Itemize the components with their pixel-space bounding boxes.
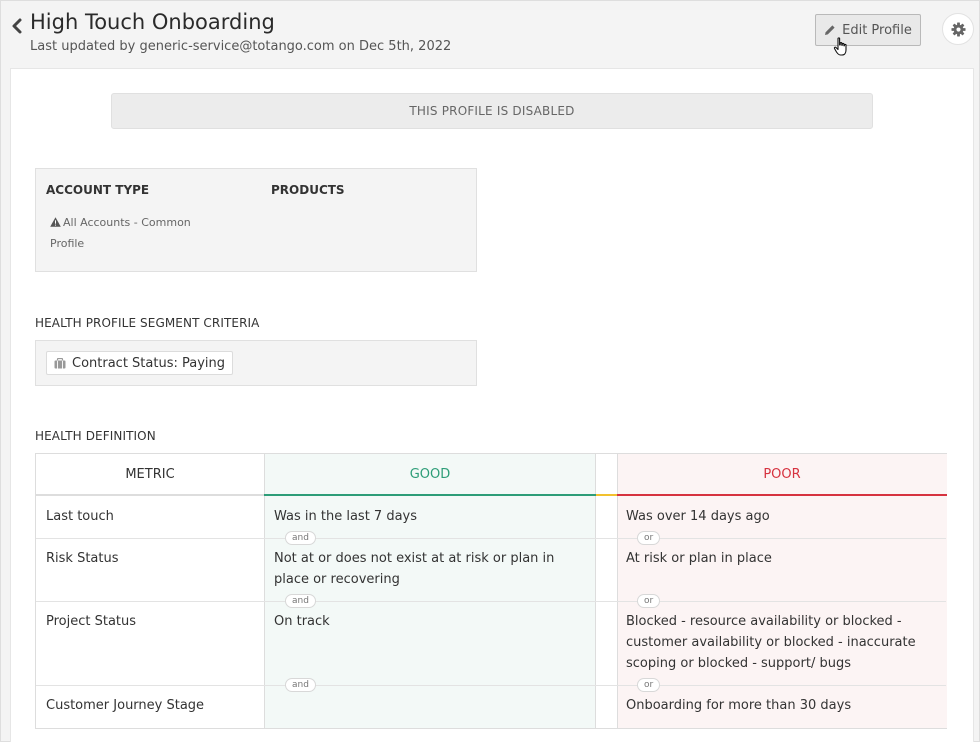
account-type-text: All Accounts - Common Profile	[50, 216, 191, 250]
good-condition-cell: Not at or does not exist at at risk or p…	[274, 551, 555, 587]
products-heading: PRODUCTS	[271, 183, 345, 197]
edit-profile-button[interactable]: Edit Profile	[815, 14, 921, 46]
account-type-value: All Accounts - Common Profile	[50, 212, 210, 254]
or-conjunction-badge: or	[637, 531, 661, 545]
row-divider	[36, 685, 946, 686]
gear-icon	[950, 21, 966, 37]
metric-cell: Risk Status	[46, 551, 119, 566]
neutral-column-header	[596, 454, 617, 496]
or-conjunction-badge: or	[637, 594, 661, 608]
poor-condition-cell: At risk or plan in place	[626, 551, 772, 566]
good-column-header: GOOD	[264, 454, 596, 496]
metric-column-header: METRIC	[36, 454, 264, 496]
page-title: High Touch Onboarding	[30, 10, 275, 34]
hand-cursor-icon	[833, 37, 847, 56]
last-updated-text: Last updated by generic-service@totango.…	[30, 39, 452, 54]
account-type-heading: ACCOUNT TYPE	[46, 183, 150, 197]
row-divider	[36, 538, 946, 539]
good-condition-cell: Was in the last 7 days	[274, 509, 418, 524]
metric-cell: Last touch	[46, 509, 114, 524]
warning-icon	[50, 217, 61, 227]
row-divider	[36, 601, 946, 602]
chevron-left-icon[interactable]	[10, 17, 24, 35]
poor-condition-cell: Was over 14 days ago	[626, 509, 770, 524]
page-frame: High Touch Onboarding Last updated by ge…	[0, 0, 980, 742]
segment-criteria-text: Contract Status: Paying	[72, 355, 226, 371]
edit-profile-label: Edit Profile	[842, 22, 912, 38]
settings-button[interactable]	[942, 13, 974, 45]
and-conjunction-badge: and	[285, 594, 316, 608]
and-conjunction-badge: and	[285, 678, 316, 692]
briefcase-icon	[54, 357, 66, 368]
or-conjunction-badge: or	[637, 678, 661, 692]
segment-criteria-heading: HEALTH PROFILE SEGMENT CRITERIA	[35, 316, 260, 330]
metric-cell: Project Status	[46, 614, 137, 629]
good-condition-cell: On track	[274, 614, 330, 629]
disabled-banner: THIS PROFILE IS DISABLED	[111, 93, 873, 129]
and-conjunction-badge: and	[285, 531, 316, 545]
segment-criteria-chip: Contract Status: Paying	[46, 351, 234, 375]
metric-cell: Customer Journey Stage	[46, 698, 205, 713]
poor-condition-cell: Onboarding for more than 30 days	[626, 698, 852, 713]
poor-column-header: POOR	[617, 454, 947, 496]
profile-panel: THIS PROFILE IS DISABLED ACCOUNT TYPE PR…	[10, 68, 974, 742]
health-definition-table: METRIC GOOD POOR Last touch Was in the l…	[35, 453, 947, 729]
pencil-icon	[825, 25, 835, 35]
segment-criteria-box: Contract Status: Paying	[35, 340, 477, 386]
health-definition-heading: HEALTH DEFINITION	[35, 429, 156, 443]
account-info-box: ACCOUNT TYPE PRODUCTS All Accounts - Com…	[35, 168, 477, 272]
poor-condition-cell: Blocked - resource availability or block…	[626, 614, 916, 671]
